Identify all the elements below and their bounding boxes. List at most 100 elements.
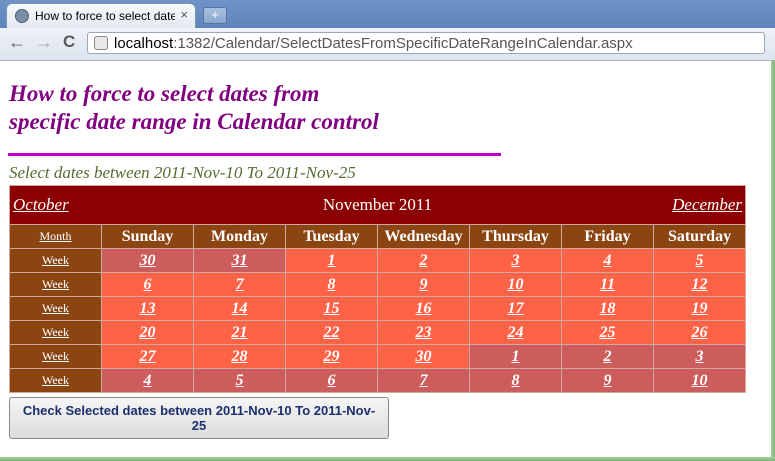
calendar-day-cell[interactable]: 13	[101, 296, 194, 321]
calendar-day-link[interactable]: 1	[512, 348, 520, 365]
calendar-day-cell[interactable]: 4	[101, 368, 194, 393]
forward-arrow-icon[interactable]: →	[35, 32, 53, 53]
calendar-day-link[interactable]: 3	[696, 348, 704, 365]
calendar-day-cell[interactable]: 6	[285, 368, 378, 393]
prev-month-link[interactable]: October	[13, 195, 69, 214]
calendar-day-cell[interactable]: 3	[653, 344, 746, 369]
select-week-link[interactable]: Week	[42, 301, 69, 315]
calendar-day-link[interactable]: 31	[232, 252, 248, 269]
calendar-day-link[interactable]: 30	[140, 252, 156, 269]
back-arrow-icon[interactable]: ←	[8, 32, 26, 53]
select-month-link[interactable]: Month	[39, 229, 71, 243]
calendar-day-cell[interactable]: 2	[561, 344, 654, 369]
calendar-day-link[interactable]: 22	[324, 324, 340, 341]
calendar-day-link[interactable]: 17	[508, 300, 524, 317]
calendar-day-cell[interactable]: 6	[101, 272, 194, 297]
calendar-day-link[interactable]: 20	[140, 324, 156, 341]
calendar-day-cell[interactable]: 18	[561, 296, 654, 321]
calendar-day-cell[interactable]: 5	[193, 368, 286, 393]
select-week-link[interactable]: Week	[42, 277, 69, 291]
calendar-day-cell[interactable]: 27	[101, 344, 194, 369]
calendar-day-link[interactable]: 10	[692, 372, 708, 389]
calendar-day-link[interactable]: 2	[420, 252, 428, 269]
calendar-day-cell[interactable]: 10	[469, 272, 562, 297]
calendar-day-cell[interactable]: 8	[469, 368, 562, 393]
calendar-day-cell[interactable]: 8	[285, 272, 378, 297]
calendar-day-link[interactable]: 11	[600, 276, 615, 293]
calendar-day-link[interactable]: 8	[512, 372, 520, 389]
calendar-day-link[interactable]: 26	[692, 324, 708, 341]
calendar-day-link[interactable]: 5	[236, 372, 244, 389]
calendar-day-cell[interactable]: 19	[653, 296, 746, 321]
calendar-day-cell[interactable]: 31	[193, 248, 286, 273]
calendar-day-link[interactable]: 29	[324, 348, 340, 365]
calendar-day-cell[interactable]: 16	[377, 296, 470, 321]
calendar-day-cell[interactable]: 15	[285, 296, 378, 321]
calendar-day-cell[interactable]: 1	[285, 248, 378, 273]
calendar-day-link[interactable]: 12	[692, 276, 708, 293]
calendar-day-cell[interactable]: 9	[561, 368, 654, 393]
calendar-day-cell[interactable]: 23	[377, 320, 470, 345]
calendar-day-cell[interactable]: 30	[101, 248, 194, 273]
calendar-day-link[interactable]: 2	[604, 348, 612, 365]
calendar-day-link[interactable]: 4	[144, 372, 152, 389]
calendar-day-cell[interactable]: 28	[193, 344, 286, 369]
browser-tab[interactable]: How to force to select date ×	[6, 3, 196, 29]
calendar-day-link[interactable]: 14	[232, 300, 248, 317]
calendar-day-link[interactable]: 9	[604, 372, 612, 389]
calendar-day-link[interactable]: 4	[604, 252, 612, 269]
select-week-link[interactable]: Week	[42, 253, 69, 267]
calendar-day-cell[interactable]: 22	[285, 320, 378, 345]
calendar-day-link[interactable]: 6	[144, 276, 152, 293]
calendar-day-link[interactable]: 7	[236, 276, 244, 293]
calendar-day-cell[interactable]: 10	[653, 368, 746, 393]
calendar-day-link[interactable]: 25	[600, 324, 616, 341]
calendar-day-cell[interactable]: 17	[469, 296, 562, 321]
calendar-day-cell[interactable]: 12	[653, 272, 746, 297]
calendar-day-cell[interactable]: 25	[561, 320, 654, 345]
calendar-day-cell[interactable]: 4	[561, 248, 654, 273]
calendar-day-cell[interactable]: 20	[101, 320, 194, 345]
select-week-link[interactable]: Week	[42, 373, 69, 387]
select-week-link[interactable]: Week	[42, 349, 69, 363]
calendar-day-link[interactable]: 8	[328, 276, 336, 293]
calendar-day-link[interactable]: 7	[420, 372, 428, 389]
calendar-day-cell[interactable]: 7	[193, 272, 286, 297]
calendar-day-cell[interactable]: 1	[469, 344, 562, 369]
calendar-day-cell[interactable]: 26	[653, 320, 746, 345]
calendar-day-link[interactable]: 10	[508, 276, 524, 293]
calendar-day-cell[interactable]: 3	[469, 248, 562, 273]
calendar-day-link[interactable]: 19	[692, 300, 708, 317]
calendar-day-cell[interactable]: 5	[653, 248, 746, 273]
calendar-day-link[interactable]: 27	[140, 348, 156, 365]
calendar-day-link[interactable]: 6	[328, 372, 336, 389]
calendar-day-link[interactable]: 21	[232, 324, 248, 341]
calendar-day-cell[interactable]: 11	[561, 272, 654, 297]
close-tab-icon[interactable]: ×	[180, 7, 188, 22]
calendar-day-link[interactable]: 16	[416, 300, 432, 317]
calendar-day-cell[interactable]: 7	[377, 368, 470, 393]
select-week-link[interactable]: Week	[42, 325, 69, 339]
calendar-day-cell[interactable]: 29	[285, 344, 378, 369]
new-tab-button[interactable]: +	[203, 7, 227, 24]
calendar-day-link[interactable]: 9	[420, 276, 428, 293]
calendar-day-cell[interactable]: 2	[377, 248, 470, 273]
calendar-day-cell[interactable]: 14	[193, 296, 286, 321]
calendar-day-link[interactable]: 28	[232, 348, 248, 365]
address-bar[interactable]: localhost:1382/Calendar/SelectDatesFromS…	[87, 32, 765, 54]
calendar-day-link[interactable]: 1	[328, 252, 336, 269]
calendar-day-cell[interactable]: 21	[193, 320, 286, 345]
calendar-day-link[interactable]: 24	[508, 324, 524, 341]
check-selected-dates-button[interactable]: Check Selected dates between 2011-Nov-10…	[9, 397, 389, 439]
calendar-day-link[interactable]: 30	[416, 348, 432, 365]
calendar-day-link[interactable]: 5	[696, 252, 704, 269]
calendar-day-link[interactable]: 13	[140, 300, 156, 317]
calendar-day-cell[interactable]: 24	[469, 320, 562, 345]
calendar-day-link[interactable]: 15	[324, 300, 340, 317]
reload-icon[interactable]: C	[63, 32, 75, 52]
calendar-day-cell[interactable]: 30	[377, 344, 470, 369]
next-month-link[interactable]: December	[672, 195, 742, 214]
calendar-day-link[interactable]: 23	[416, 324, 432, 341]
calendar-day-link[interactable]: 18	[600, 300, 616, 317]
calendar-day-cell[interactable]: 9	[377, 272, 470, 297]
